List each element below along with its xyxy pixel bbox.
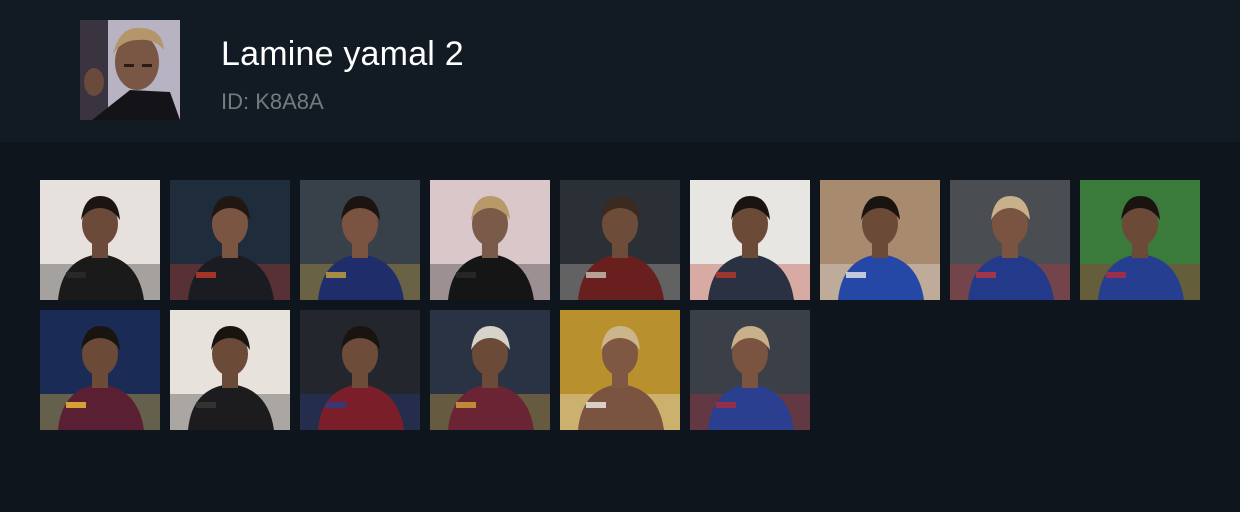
gallery-thumbnail[interactable] [690, 310, 810, 430]
gallery-thumbnail[interactable] [560, 180, 680, 300]
person-photo-icon [560, 310, 680, 430]
person-photo-icon [690, 310, 810, 430]
gallery-thumbnail[interactable] [170, 310, 290, 430]
person-photo-icon [300, 180, 420, 300]
person-photo-icon [430, 310, 550, 430]
person-photo-icon [560, 180, 680, 300]
gallery-thumbnail[interactable] [40, 310, 160, 430]
person-photo-icon [40, 310, 160, 430]
photo-gallery [0, 0, 1240, 512]
person-photo-icon [40, 180, 160, 300]
person-photo-icon [300, 310, 420, 430]
gallery-thumbnail[interactable] [430, 310, 550, 430]
gallery-thumbnail[interactable] [690, 180, 810, 300]
person-photo-icon [170, 180, 290, 300]
gallery-thumbnail[interactable] [950, 180, 1070, 300]
gallery-thumbnail[interactable] [300, 180, 420, 300]
person-photo-icon [170, 310, 290, 430]
person-photo-icon [820, 180, 940, 300]
gallery-thumbnail[interactable] [1080, 180, 1200, 300]
person-photo-icon [690, 180, 810, 300]
gallery-thumbnail[interactable] [170, 180, 290, 300]
gallery-thumbnail[interactable] [560, 310, 680, 430]
gallery-thumbnail[interactable] [430, 180, 550, 300]
person-photo-icon [1080, 180, 1200, 300]
gallery-thumbnail[interactable] [300, 310, 420, 430]
gallery-thumbnail[interactable] [40, 180, 160, 300]
person-photo-icon [950, 180, 1070, 300]
person-photo-icon [430, 180, 550, 300]
gallery-thumbnail[interactable] [820, 180, 940, 300]
